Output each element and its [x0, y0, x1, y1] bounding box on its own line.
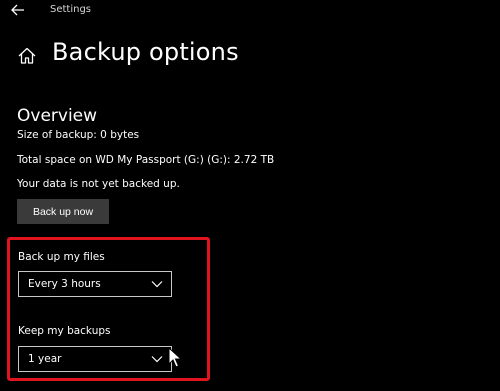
total-space-text: Total space on WD My Passport (G:) (G:):…	[17, 154, 275, 166]
backup-frequency-dropdown[interactable]: Every 3 hours	[18, 271, 172, 297]
keep-backups-value: 1 year	[28, 353, 62, 365]
back-up-now-button[interactable]: Back up now	[17, 199, 109, 224]
chevron-down-icon	[151, 281, 163, 288]
home-icon	[17, 46, 37, 66]
keep-backups-label: Keep my backups	[18, 325, 111, 337]
title-bar: Settings	[0, 0, 500, 22]
keep-backups-dropdown[interactable]: 1 year	[18, 346, 172, 372]
page-title: Backup options	[52, 38, 239, 66]
settings-window: Settings Backup options Overview Size of…	[0, 0, 500, 391]
backup-status-text: Your data is not yet backed up.	[17, 178, 180, 190]
backup-size-text: Size of backup: 0 bytes	[17, 129, 140, 141]
backup-frequency-label: Back up my files	[18, 251, 105, 263]
back-button[interactable]	[8, 2, 28, 18]
mouse-pointer-icon	[168, 347, 182, 368]
back-arrow-icon	[11, 4, 24, 16]
backup-frequency-value: Every 3 hours	[28, 278, 101, 290]
chevron-down-icon	[151, 356, 163, 363]
overview-heading: Overview	[17, 106, 98, 126]
window-title: Settings	[50, 4, 92, 15]
